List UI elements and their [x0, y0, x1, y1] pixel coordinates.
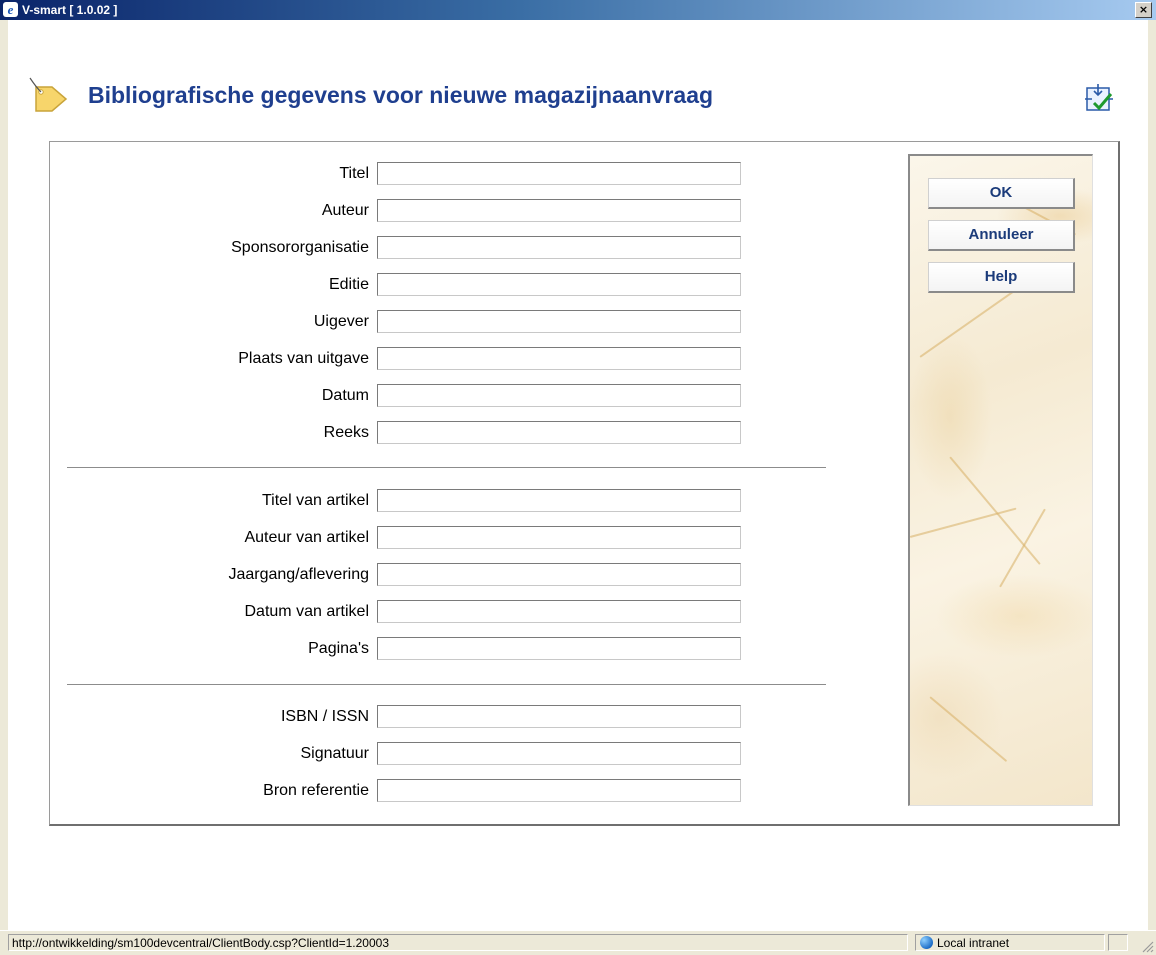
isbn-issn-input[interactable]: [377, 705, 741, 728]
field-label: Auteur: [321, 202, 369, 219]
globe-icon: [920, 936, 933, 949]
field-label: Jaargang/aflevering: [228, 566, 369, 583]
ok-button[interactable]: OK: [928, 178, 1075, 209]
field-row-auteur-van-artikel: Auteur van artikel: [50, 526, 750, 552]
resize-grip-icon[interactable]: [1140, 939, 1154, 953]
field-row-datum: Datum: [50, 384, 750, 410]
field-label: Datum van artikel: [244, 603, 370, 620]
field-row-plaats-van-uitgave: Plaats van uitgave: [50, 347, 750, 373]
field-label: Bron referentie: [263, 782, 369, 799]
ie-icon: e: [3, 2, 18, 17]
window-titlebar: e V-smart [ 1.0.02 ] ×: [0, 0, 1156, 20]
field-row-auteur: Auteur: [50, 199, 750, 225]
field-label: Datum: [321, 387, 369, 404]
field-label: Uigever: [313, 313, 369, 330]
section-divider: [67, 684, 826, 685]
editie-input[interactable]: [377, 273, 741, 296]
auteur-van-artikel-input[interactable]: [377, 526, 741, 549]
field-row-bron-referentie: Bron referentie: [50, 779, 750, 805]
marble-vein: [910, 507, 1017, 538]
plaats-van-uitgave-input[interactable]: [377, 347, 741, 370]
marble-vein: [919, 287, 1019, 358]
field-label: Signatuur: [300, 745, 370, 762]
section-divider: [67, 467, 826, 468]
marble-vein: [929, 696, 1008, 763]
datum-input[interactable]: [377, 384, 741, 407]
status-bar: http://ontwikkelding/sm100devcentral/Cli…: [0, 930, 1156, 955]
field-row-editie: Editie: [50, 273, 750, 299]
action-panel: OK Annuleer Help: [908, 154, 1093, 806]
field-row-uigever: Uigever: [50, 310, 750, 336]
field-row-reeks: Reeks: [50, 421, 750, 447]
datum-van-artikel-input[interactable]: [377, 600, 741, 623]
field-label: Reeks: [323, 424, 369, 441]
field-label: Auteur van artikel: [244, 529, 369, 546]
titel-van-artikel-input[interactable]: [377, 489, 741, 512]
cancel-button[interactable]: Annuleer: [928, 220, 1075, 251]
paginas-input[interactable]: [377, 637, 741, 660]
help-button[interactable]: Help: [928, 262, 1075, 293]
field-row-paginas: Pagina's: [50, 637, 750, 663]
tag-icon: [29, 77, 68, 112]
marble-vein: [999, 508, 1046, 588]
field-label: Editie: [328, 276, 369, 293]
field-row-jaargang-aflevering: Jaargang/aflevering: [50, 563, 750, 589]
field-label: Sponsororganisatie: [231, 239, 369, 256]
field-label: Titel van artikel: [262, 492, 369, 509]
field-label: Pagina's: [308, 640, 369, 657]
window-title: V-smart [ 1.0.02 ]: [22, 3, 118, 17]
signatuur-input[interactable]: [377, 742, 741, 765]
field-label: Titel: [339, 165, 369, 182]
uigever-input[interactable]: [377, 310, 741, 333]
zone-label: Local intranet: [937, 936, 1010, 950]
jaargang-aflevering-input[interactable]: [377, 563, 741, 586]
window-frame-left: [0, 20, 8, 930]
close-icon[interactable]: ×: [1135, 2, 1152, 18]
field-row-signatuur: Signatuur: [50, 742, 750, 768]
field-label: Plaats van uitgave: [238, 350, 369, 367]
marble-vein: [949, 456, 1041, 565]
field-label: ISBN / ISSN: [280, 708, 369, 725]
auteur-input[interactable]: [377, 199, 741, 222]
security-zone: Local intranet: [915, 934, 1105, 951]
status-panel-empty: [1108, 934, 1128, 951]
window-frame-right: [1148, 20, 1156, 930]
page-title: Bibliografische gegevens voor nieuwe mag…: [88, 82, 714, 108]
status-url: http://ontwikkelding/sm100devcentral/Cli…: [8, 934, 908, 951]
field-row-datum-van-artikel: Datum van artikel: [50, 600, 750, 626]
field-row-sponsororganisatie: Sponsororganisatie: [50, 236, 750, 262]
bron-referentie-input[interactable]: [377, 779, 741, 802]
field-row-titel-van-artikel: Titel van artikel: [50, 489, 750, 515]
reeks-input[interactable]: [377, 421, 741, 444]
titel-input[interactable]: [377, 162, 741, 185]
field-row-isbn-issn: ISBN / ISSN: [50, 705, 750, 731]
sponsororganisatie-input[interactable]: [377, 236, 741, 259]
checklist-icon[interactable]: [1084, 83, 1114, 113]
field-row-titel: Titel: [50, 162, 750, 188]
